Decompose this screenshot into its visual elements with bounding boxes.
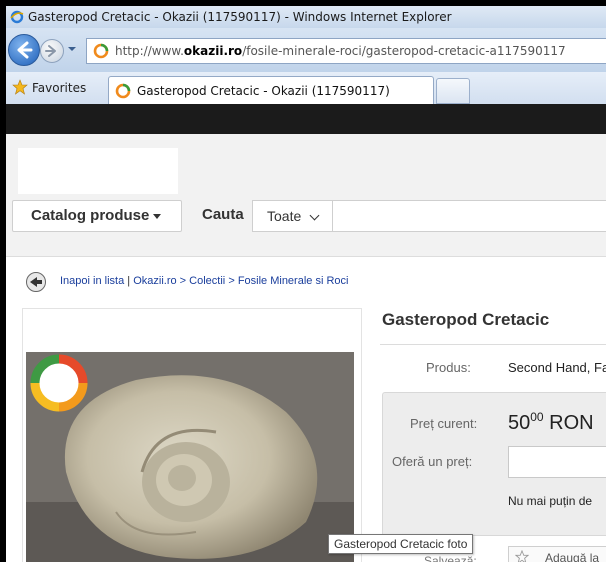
produs-label: Produs: (426, 360, 471, 375)
breadcrumb-back-link[interactable]: Inapoi in lista (60, 275, 124, 287)
tab-current[interactable]: Gasteropod Cretacic - Okazii (117590117) (108, 76, 434, 105)
browser-window: Gasteropod Cretacic - Okazii (117590117)… (6, 6, 606, 562)
star-outline-icon (515, 550, 529, 562)
ie-logo-icon (10, 10, 24, 24)
site-top-bar (6, 104, 606, 134)
address-bar[interactable]: http://www.okazii.ro/fosile-minerale-roc… (86, 38, 606, 64)
site-logo[interactable] (18, 148, 178, 194)
breadcrumb-colectii-link[interactable]: Colectii (189, 275, 225, 287)
produs-value: Second Hand, Fa (508, 360, 606, 375)
title-bar: Gasteropod Cretacic - Okazii (117590117)… (6, 6, 606, 28)
favorites-bar: Favorites Gasteropod Cretacic - Okazii (… (6, 72, 606, 105)
product-title: Gasteropod Cretacic (382, 310, 550, 329)
save-label: Salvează: (424, 554, 477, 562)
search-label: Cauta (202, 206, 244, 223)
caret-down-icon (153, 214, 161, 219)
back-button[interactable] (8, 34, 40, 66)
add-to-favorites-button[interactable]: Adaugă la (508, 546, 606, 562)
okazii-logo-donut-icon (30, 354, 88, 412)
photo-tooltip: Gasteropod Cretacic foto (328, 534, 474, 554)
okazii-favicon-icon (93, 43, 109, 59)
offer-price-input[interactable] (508, 446, 606, 478)
title-divider (380, 344, 606, 345)
favorites-star-icon (12, 79, 28, 95)
breadcrumb-site-link[interactable]: Okazii.ro (133, 275, 176, 287)
back-to-list-icon[interactable] (26, 272, 46, 292)
forward-arrow-icon (45, 45, 56, 57)
navigation-bar: http://www.okazii.ro/fosile-minerale-roc… (6, 28, 606, 72)
new-tab-button[interactable] (436, 78, 470, 104)
okazii-tab-favicon-icon (115, 83, 131, 99)
search-category-select[interactable]: Toate (252, 200, 334, 232)
site-header: Catalog produse Cauta Toate (6, 134, 606, 257)
chevron-down-icon (309, 210, 320, 221)
url-text: http://www.okazii.ro/fosile-minerale-roc… (115, 44, 566, 58)
offer-price-label: Oferă un preț: (392, 454, 473, 469)
breadcrumb: Inapoi in lista | Okazii.ro > Colectii >… (60, 275, 349, 287)
forward-button[interactable] (40, 39, 64, 63)
back-arrow-icon (17, 41, 33, 59)
breadcrumb-category-link[interactable]: Fosile Minerale si Roci (238, 275, 349, 287)
current-price: 5000 RON (508, 410, 594, 434)
favorites-button[interactable]: Favorites (12, 78, 86, 98)
catalog-products-button[interactable]: Catalog produse (12, 200, 182, 232)
tab-label: Gasteropod Cretacic - Okazii (117590117) (137, 84, 390, 98)
recent-pages-chevron-down-icon[interactable] (66, 42, 78, 56)
search-input[interactable] (332, 200, 606, 232)
current-price-label: Preț curent: (410, 416, 478, 431)
minimum-offer-note: Nu mai puțin de (508, 494, 593, 508)
window-title: Gasteropod Cretacic - Okazii (117590117)… (28, 10, 452, 24)
